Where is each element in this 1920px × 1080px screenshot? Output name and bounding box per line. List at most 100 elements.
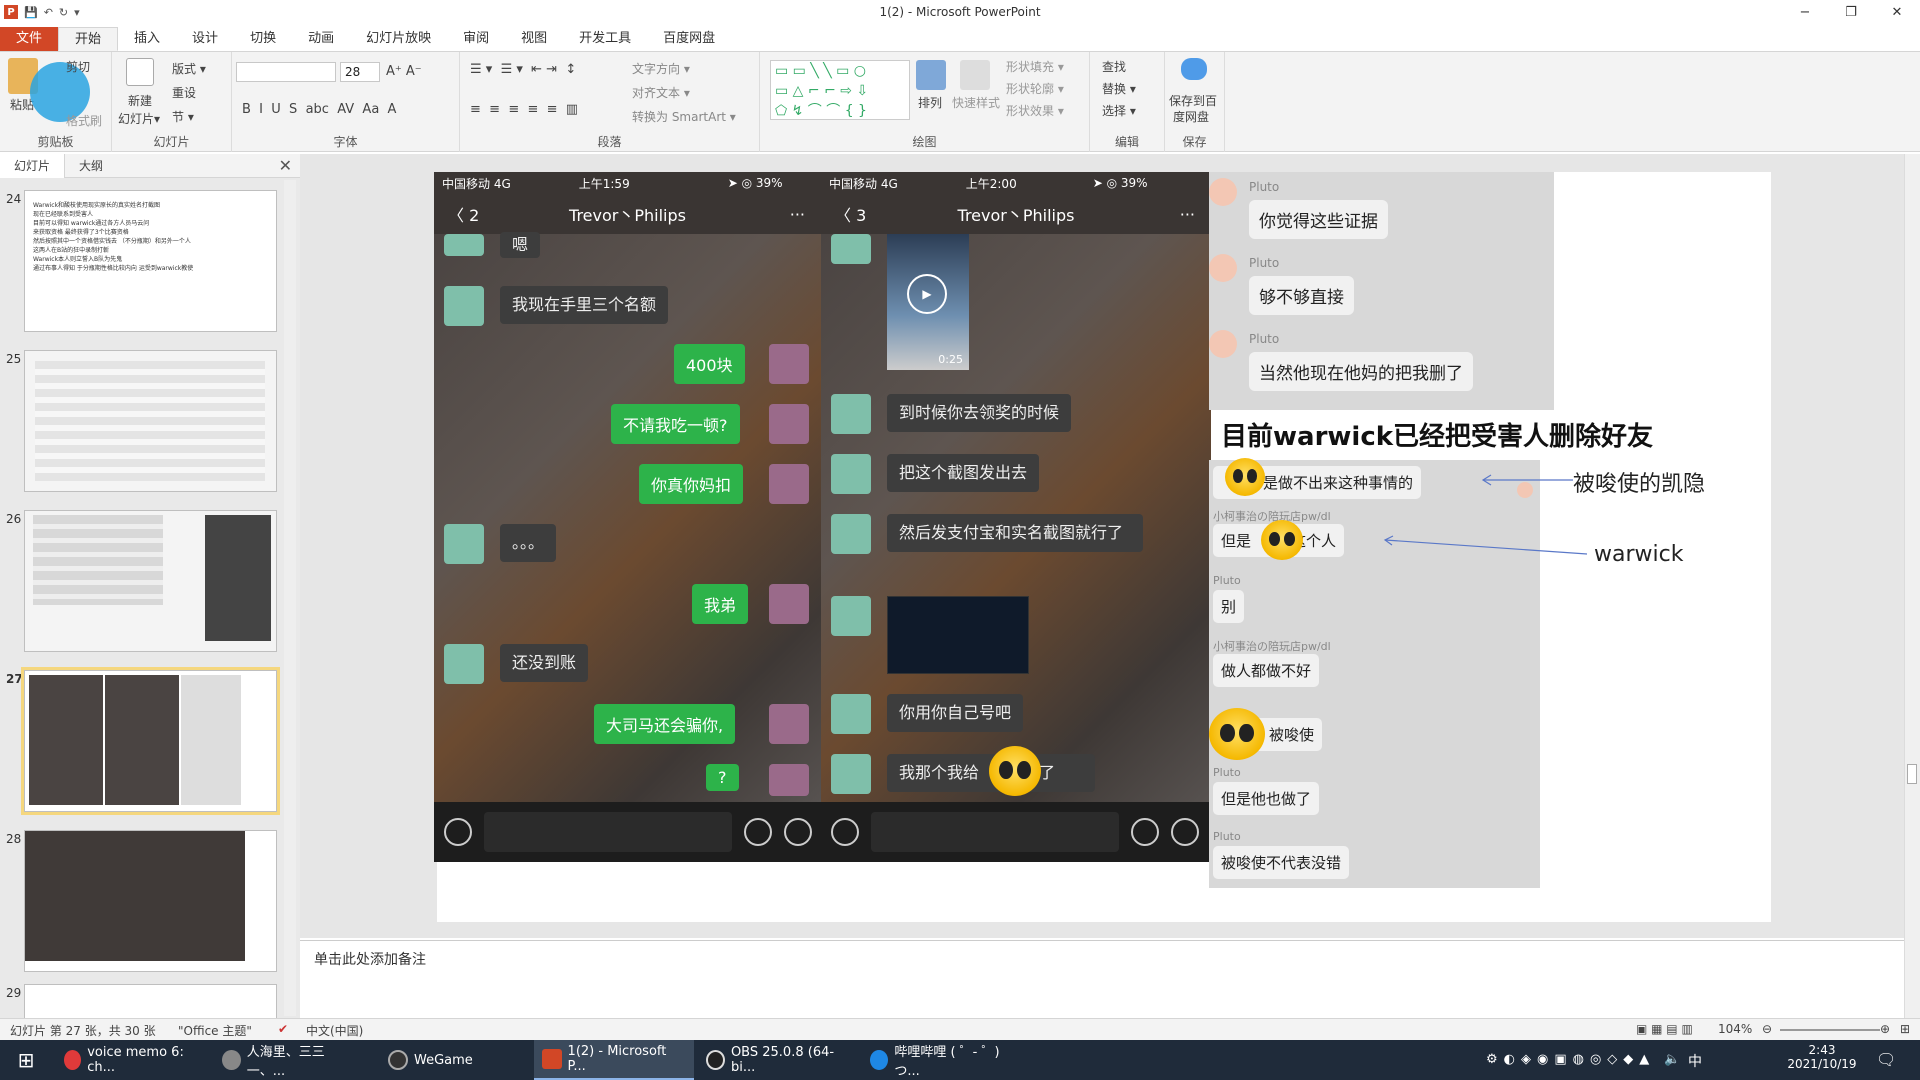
slide-thumbnail-27[interactable] [21,667,280,815]
cut-button[interactable]: 剪切 [66,58,90,75]
quick-styles-icon[interactable] [960,60,990,90]
new-slide-button[interactable]: 新建 [128,92,152,109]
voice-icon[interactable] [444,818,472,846]
plus-icon[interactable] [784,818,812,846]
tab-baidu-netdisk[interactable]: 百度网盘 [647,27,731,51]
notes-placeholder[interactable]: 单击此处添加备注 [314,949,426,969]
grow-font-icon[interactable]: A⁺ A⁻ [386,64,422,79]
taskbar-item-obs[interactable]: OBS 25.0.8 (64-bi... [698,1040,858,1080]
arrange-button[interactable]: 排列 [918,94,942,111]
tab-transitions[interactable]: 切换 [234,27,292,51]
start-button[interactable]: ⊞ [0,1040,52,1080]
slide-thumbnail-26[interactable] [24,510,277,652]
quick-styles-button[interactable]: 快速样式 [952,94,1000,111]
tab-slides-panel[interactable]: 幻灯片 [0,153,66,178]
more-icon[interactable]: ··· [1180,205,1195,224]
font-style-icons[interactable]: B I U S abc AV Aa A [242,102,396,117]
fit-slide-icon[interactable]: ⊞ [1900,1022,1910,1036]
tab-developer[interactable]: 开发工具 [563,27,647,51]
find-button[interactable]: 查找 [1102,58,1126,75]
emoji-icon[interactable] [744,818,772,846]
voice-icon[interactable] [831,818,859,846]
close-button[interactable]: ✕ [1874,0,1920,24]
ime-indicator[interactable]: 中 [1688,1051,1702,1071]
format-painter-button[interactable]: 格式刷 [66,112,102,129]
video-message[interactable]: ▶ 0:25 [887,234,969,370]
notes-pane[interactable]: 单击此处添加备注 [300,940,1904,1018]
vertical-scrollbar[interactable] [1904,154,1920,1018]
save-baidu-button[interactable]: 保存到百 [1169,92,1217,109]
smartart-button[interactable]: 转换为 SmartArt ▾ [632,108,736,125]
select-button[interactable]: 选择 ▾ [1102,102,1136,119]
spellcheck-icon[interactable]: ✔ [278,1022,288,1036]
redo-icon[interactable]: ↻ [59,6,68,19]
tab-insert[interactable]: 插入 [118,27,176,51]
zoom-slider[interactable] [1780,1029,1880,1031]
slide-canvas[interactable]: 中国移动 4G 上午1:59 ➤ ◎ 39% 〈 2 Trevor丶Philip… [434,172,1771,922]
tab-view[interactable]: 视图 [505,27,563,51]
thumbnail-scrollbar[interactable] [284,180,296,1016]
shape-fill-button[interactable]: 形状填充 ▾ [1006,58,1064,75]
list-icons[interactable]: ☰ ▾ ☰ ▾ ⇤ ⇥ ↕ [470,62,576,77]
tab-file[interactable]: 文件 [0,27,59,51]
message-input[interactable] [484,812,732,852]
layout-button[interactable]: 版式 ▾ [172,60,206,77]
text-direction-button[interactable]: 文字方向 ▾ [632,60,690,77]
section-button[interactable]: 节 ▾ [172,108,194,125]
volume-icon[interactable]: 🔈 [1664,1052,1680,1067]
message-input[interactable] [871,812,1119,852]
back-icon[interactable]: 〈 2 [448,202,479,226]
zoom-level[interactable]: 104% [1718,1022,1752,1036]
sender-name: Pluto [1213,766,1241,779]
plus-icon[interactable] [1171,818,1199,846]
tab-animations[interactable]: 动画 [292,27,350,51]
system-tray-icons[interactable]: ⚙◐◈◉▣◍◎◇◆▲ [1486,1052,1655,1067]
avatar [769,764,809,796]
align-text-button[interactable]: 对齐文本 ▾ [632,84,690,101]
font-size-input[interactable]: 28 [340,62,380,82]
slide-thumbnail-25[interactable] [24,350,277,492]
new-slide-dropdown[interactable]: 幻灯片▾ [118,110,160,127]
tab-outline-panel[interactable]: 大纲 [65,154,117,178]
customize-qat-icon[interactable]: ▾ [74,6,80,19]
screenshot-image-message[interactable] [887,596,1029,674]
shapes-gallery[interactable]: ▭ ▭ ╲ ╲ ▭ ○ ▭ △ ⌐ ⌐ ⇨ ⇩ ⬠ ↯ ⌒ ⌒ { } [770,60,910,120]
save-baidu-button-line2[interactable]: 度网盘 [1173,108,1209,125]
align-icons[interactable]: ≡ ≡ ≡ ≡ ≡ ▥ [470,102,578,117]
save-icon[interactable]: 💾 [24,6,38,19]
slide-thumbnail-24[interactable]: Warwick和酸枝使用现实原长的真实姓名打截图 现在已经联系到受害人 目前可以… [24,190,277,332]
shape-outline-button[interactable]: 形状轮廓 ▾ [1006,80,1064,97]
back-icon[interactable]: 〈 3 [835,202,866,226]
replace-button[interactable]: 替换 ▾ [1102,80,1136,97]
new-slide-icon[interactable] [126,58,154,86]
view-buttons[interactable]: ▣ ▦ ▤ ▥ [1636,1022,1693,1036]
taskbar-item-powerpoint[interactable]: 1(2) - Microsoft P... [534,1040,694,1080]
arrange-icon[interactable] [916,60,946,90]
slide-thumbnail-28[interactable] [24,830,277,972]
font-name-input[interactable] [236,62,336,82]
clock[interactable]: 2:43 2021/10/19 [1786,1043,1858,1071]
tab-slideshow[interactable]: 幻灯片放映 [350,27,447,51]
more-icon[interactable]: ··· [790,205,805,224]
zoom-out-icon[interactable]: ⊖ [1762,1022,1772,1036]
scroll-thumb[interactable] [1907,764,1917,784]
play-icon[interactable]: ▶ [907,274,947,314]
reset-button[interactable]: 重设 [172,84,196,101]
notification-icon[interactable]: 🗨 [1876,1050,1896,1069]
close-panel-icon[interactable]: ✕ [279,156,292,175]
tab-design[interactable]: 设计 [176,27,234,51]
slide-thumbnail-29[interactable] [24,984,277,1020]
taskbar-item-bilibili[interactable]: 哔哩哔哩 ( ゜- ゜)つ... [862,1040,1022,1080]
baidu-netdisk-icon[interactable] [1181,58,1207,80]
zoom-in-icon[interactable]: ⊕ [1880,1022,1890,1036]
taskbar-item-music[interactable]: 人海里、三三一、... [214,1040,364,1080]
taskbar-item-wegame[interactable]: WeGame [380,1040,530,1080]
minimize-button[interactable]: − [1782,0,1828,24]
shape-effects-button[interactable]: 形状效果 ▾ [1006,102,1064,119]
tab-home[interactable]: 开始 [58,27,119,51]
tab-review[interactable]: 审阅 [447,27,505,51]
undo-icon[interactable]: ↶ [44,6,53,19]
emoji-icon[interactable] [1131,818,1159,846]
restore-button[interactable]: ❐ [1828,0,1874,24]
taskbar-item-voice-memo[interactable]: voice memo 6: ch... [56,1040,206,1080]
